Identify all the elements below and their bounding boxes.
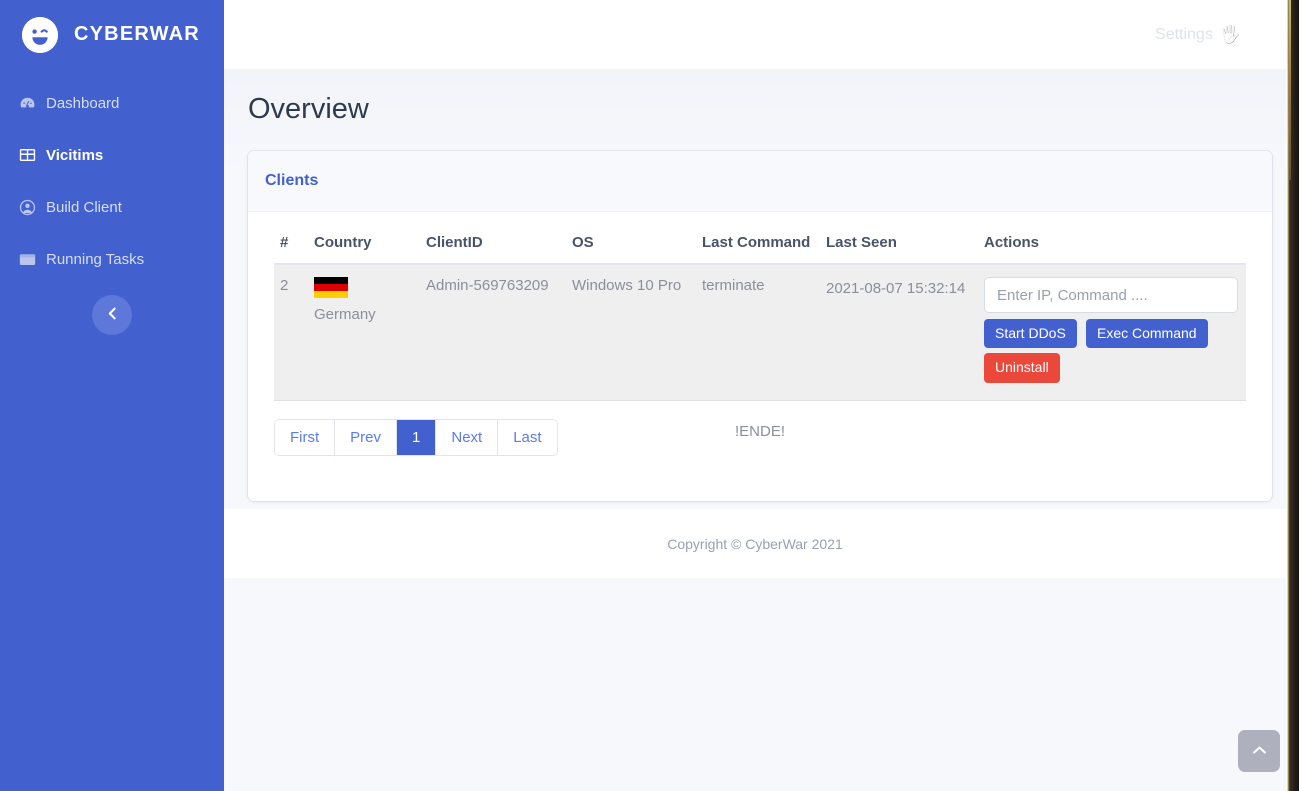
scroll-to-top-button[interactable] [1238,730,1280,772]
app-root: CYBERWAR Dashboard Vicitims Build Client… [0,0,1299,791]
col-header-clientid: ClientID [420,234,566,265]
clients-table: # Country ClientID OS Last Command Last … [274,234,1246,401]
settings-label: Settings [1155,25,1213,43]
main-content: Overview Clients # Country ClientID OS L… [224,69,1286,578]
pagination-page-1[interactable]: 1 [397,419,437,455]
clients-table-head: # Country ClientID OS Last Command Last … [274,234,1246,265]
sidebar-nav: Dashboard Vicitims Build Client Running … [0,77,224,285]
clients-card-title: Clients [265,172,319,189]
clients-card-body: # Country ClientID OS Last Command Last … [248,212,1272,501]
tachometer-icon [18,94,36,112]
raised-hand-icon: 🖐 [1219,24,1241,44]
wink-smiley-icon [22,16,58,53]
cell-last-command: terminate [696,263,820,401]
pagination: First Prev 1 Next Last [274,418,558,456]
sidebar-item-vicitims[interactable]: Vicitims [0,129,224,181]
sidebar-item-label: Vicitims [46,146,104,164]
sidebar-collapse-button[interactable] [92,295,132,335]
clients-card-header: Clients [248,151,1272,212]
settings-link[interactable]: Settings 🖐 [1155,25,1241,45]
exec-command-button[interactable]: Exec Command [1085,319,1208,349]
command-input[interactable] [984,277,1238,313]
col-header-index: # [274,234,308,265]
action-buttons: Start DDoS Exec Command Uninstall [984,319,1240,388]
cell-actions: Start DDoS Exec Command Uninstall [978,263,1246,401]
brand-name: CYBERWAR [74,23,200,45]
table-footer-area: First Prev 1 Next Last !ENDE! [274,418,1246,475]
col-header-last-seen: Last Seen [820,234,978,265]
chevron-left-icon [106,307,119,323]
footer: Copyright © CyberWar 2021 [224,509,1286,578]
pagination-prev[interactable]: Prev [335,419,398,455]
pagination-first[interactable]: First [275,419,336,455]
sidebar-item-build-client[interactable]: Build Client [0,181,224,233]
page-bottom-filler [224,578,1286,791]
sidebar-item-running-tasks[interactable]: Running Tasks [0,233,224,285]
page-title: Overview [248,93,369,125]
cell-country: Germany [308,263,420,401]
flag-de-icon [314,277,348,298]
sidebar-item-dashboard[interactable]: Dashboard [0,77,224,129]
clients-card: Clients # Country ClientID OS Last Comma… [248,151,1272,501]
table-row: 2 Germany Admin-569763209 Windows 10 Pro… [274,263,1246,401]
country-name: Germany [314,306,376,323]
cell-os: Windows 10 Pro [566,263,696,401]
user-circle-icon [18,198,36,216]
cell-last-seen: 2021-08-07 15:32:14 [820,263,978,401]
start-ddos-button[interactable]: Start DDoS [984,319,1077,349]
col-header-country: Country [308,234,420,265]
pagination-last[interactable]: Last [498,419,557,455]
page-edge-strip [1286,0,1299,791]
table-header-row: # Country ClientID OS Last Command Last … [274,234,1246,265]
sidebar: CYBERWAR Dashboard Vicitims Build Client… [0,0,224,791]
col-header-actions: Actions [978,234,1246,265]
sidebar-item-label: Build Client [46,198,122,216]
uninstall-button[interactable]: Uninstall [984,353,1060,383]
pagination-next[interactable]: Next [436,419,499,455]
sidebar-item-label: Dashboard [46,94,120,112]
cell-index: 2 [274,263,308,401]
topbar: Settings 🖐 [224,0,1286,69]
cell-clientid: Admin-569763209 [420,263,566,401]
col-header-last-command: Last Command [696,234,820,265]
col-header-os: OS [566,234,696,265]
brand[interactable]: CYBERWAR [0,0,224,69]
window-icon [18,250,36,268]
sidebar-item-label: Running Tasks [46,250,145,268]
table-grid-icon [18,146,36,164]
footer-copyright: Copyright © CyberWar 2021 [667,535,843,552]
clients-table-body: 2 Germany Admin-569763209 Windows 10 Pro… [274,263,1246,401]
chevron-up-icon [1252,744,1267,759]
